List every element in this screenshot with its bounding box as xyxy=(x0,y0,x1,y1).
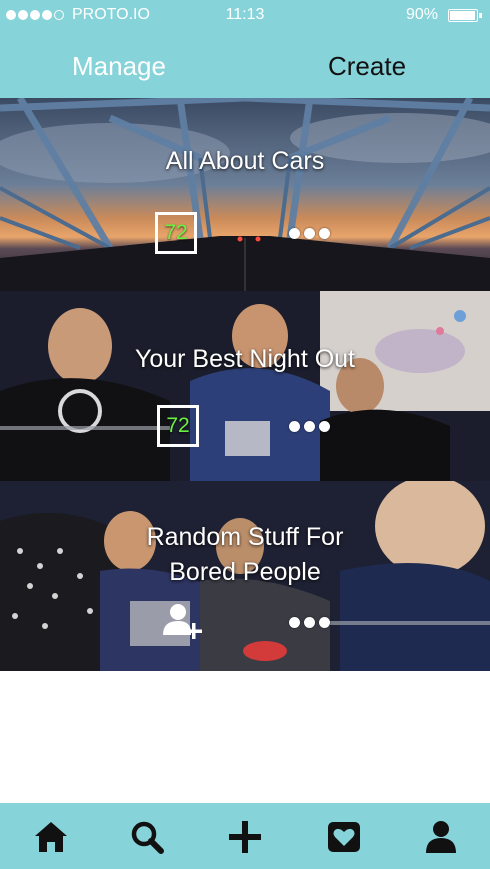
favorites-icon[interactable] xyxy=(324,817,364,857)
battery-percent: 90% xyxy=(405,6,438,23)
card-all-about-cars[interactable]: All About Cars 72 xyxy=(0,98,490,291)
home-icon[interactable] xyxy=(31,817,71,857)
search-icon[interactable] xyxy=(127,817,167,857)
card-title-line-2: Bored People xyxy=(169,558,321,586)
battery-icon xyxy=(448,9,482,22)
more-options-icon[interactable] xyxy=(289,617,330,628)
card-title-line-1: Random Stuff For xyxy=(146,523,344,551)
card-your-best-night-out[interactable]: Your Best Night Out 72 xyxy=(0,291,490,481)
party-photo xyxy=(0,291,490,481)
bridge-photo xyxy=(0,98,490,291)
status-bar: PROTO.IO 11:13 90% xyxy=(0,0,490,32)
add-user-icon[interactable] xyxy=(160,601,204,641)
card-title: All About Cars xyxy=(165,147,325,175)
more-options-icon[interactable] xyxy=(289,228,330,239)
top-bar: PROTO.IO 11:13 90% Manage Create xyxy=(0,0,490,98)
post-count-badge: 72 xyxy=(155,212,197,254)
more-options-icon[interactable] xyxy=(289,421,330,432)
add-icon[interactable] xyxy=(225,817,265,857)
card-title: Your Best Night Out xyxy=(134,345,356,373)
app-screen: PROTO.IO 11:13 90% Manage Create All Abo… xyxy=(0,0,490,869)
create-button[interactable]: Create xyxy=(328,51,406,82)
card-random-stuff[interactable]: Random Stuff For Bored People xyxy=(0,481,490,671)
manage-button[interactable]: Manage xyxy=(72,51,166,82)
profile-icon[interactable] xyxy=(421,817,461,857)
tab-bar xyxy=(0,803,490,869)
post-count-badge: 72 xyxy=(157,405,199,447)
